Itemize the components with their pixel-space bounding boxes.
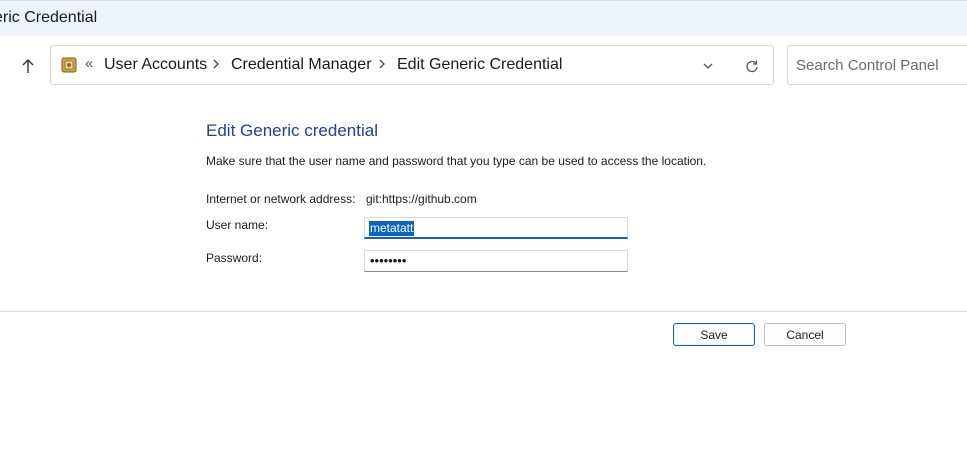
chevron-right-icon[interactable] [211,57,221,71]
breadcrumb-overflow[interactable]: « [85,55,93,72]
breadcrumb-credential-manager[interactable]: Credential Manager [231,56,372,74]
refresh-icon[interactable] [743,58,761,74]
breadcrumb-edit-generic-credential[interactable]: Edit Generic Credential [397,56,562,74]
divider [0,311,967,312]
address-value: git:https://github.com [366,192,477,206]
search-box[interactable] [787,45,967,85]
up-button[interactable] [14,54,42,78]
instruction-text: Make sure that the user name and passwor… [206,154,707,168]
password-field[interactable]: •••••••• [364,250,628,272]
username-field[interactable]: metatatt [364,217,628,239]
control-panel-icon [61,57,77,73]
search-input[interactable] [796,55,966,75]
up-arrow-icon [22,59,34,73]
window-titlebar: eric Credential [0,0,967,36]
breadcrumb-user-accounts[interactable]: User Accounts [104,56,207,74]
password-label: Password: [206,251,263,265]
username-value: metatatt [369,221,415,236]
password-value: •••••••• [370,253,407,268]
save-button[interactable]: Save [673,323,755,346]
address-bar[interactable]: « User Accounts Credential Manager Edit … [50,45,774,85]
chevron-right-icon[interactable] [377,57,387,71]
cancel-button[interactable]: Cancel [764,323,846,346]
address-label: Internet or network address: [206,192,356,206]
username-label: User name: [206,218,269,232]
chevron-down-icon[interactable] [699,58,717,74]
navigation-bar: « User Accounts Credential Manager Edit … [0,36,967,96]
page-title: Edit Generic credential [206,121,378,140]
window-title: eric Credential [0,9,98,26]
